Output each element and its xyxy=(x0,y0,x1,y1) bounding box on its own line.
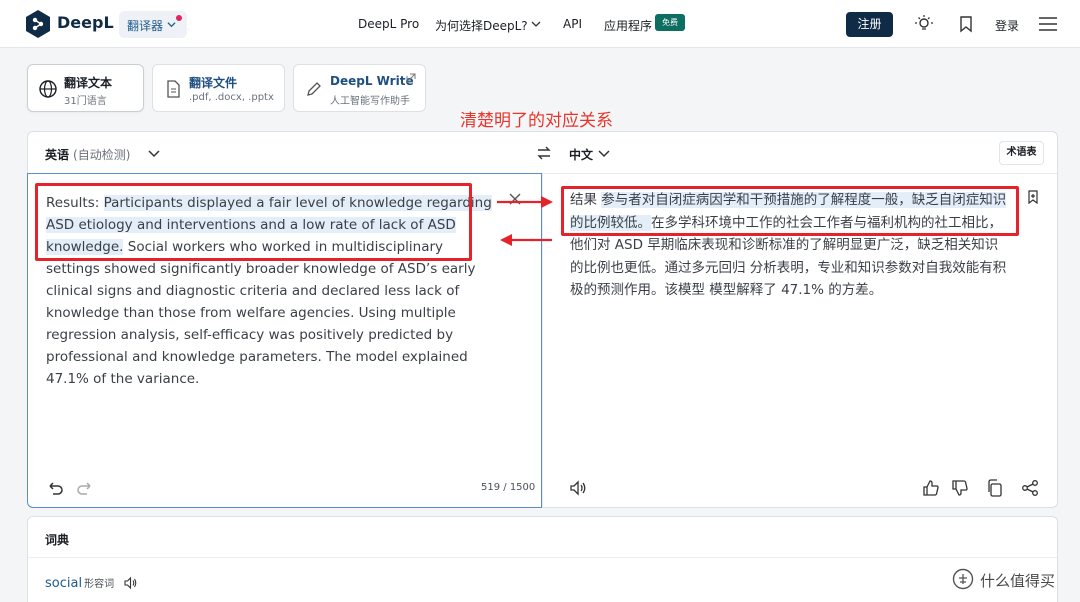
undo-icon[interactable] xyxy=(46,479,64,497)
thumbs-up-icon[interactable] xyxy=(922,479,940,497)
source-language: 英语 xyxy=(45,148,70,162)
dictionary-word: social xyxy=(45,576,83,591)
lightbulb-icon[interactable] xyxy=(914,14,934,34)
target-text-prefix: 结果 xyxy=(570,192,602,208)
auto-detect-label: (自动检测) xyxy=(73,148,131,162)
deepl-logo-icon[interactable] xyxy=(26,10,50,38)
character-count: 519 / 1500 xyxy=(481,482,536,493)
tab-subtitle: .pdf, .docx, .pptx xyxy=(189,92,274,103)
target-language-select[interactable]: 中文 xyxy=(569,146,593,163)
tab-subtitle: 31门语言 xyxy=(64,96,107,107)
tab-translate-text[interactable]: 翻译文本 31门语言 xyxy=(27,64,144,112)
chevron-down-icon[interactable] xyxy=(598,147,610,159)
nav-why-deepl[interactable]: 为何选择DeepL? xyxy=(435,17,528,34)
bookmark-icon[interactable] xyxy=(956,14,976,34)
source-text[interactable]: Results: Participants displayed a fair l… xyxy=(46,192,496,390)
part-of-speech: 形容词 xyxy=(84,579,115,590)
register-button[interactable]: 注册 xyxy=(846,12,893,37)
tab-deepl-write[interactable]: DeepL Write 人工智能写作助手 xyxy=(293,64,426,112)
share-icon[interactable] xyxy=(1021,479,1039,497)
source-text-rest: Social workers who worked in multidiscip… xyxy=(46,239,476,387)
tab-title: 翻译文本 xyxy=(64,76,113,90)
dictionary-entry[interactable]: social 形容词 xyxy=(45,575,114,591)
globe-icon xyxy=(39,80,57,98)
nav-deepl-pro[interactable]: DeepL Pro xyxy=(358,17,419,31)
target-text: 结果 参与者对自闭症病因学和干预措施的了解程度一般，缺乏自闭症知识的比例较低。在… xyxy=(570,189,1010,302)
save-translation-icon[interactable] xyxy=(1026,190,1040,204)
external-link-icon xyxy=(406,73,416,83)
speaker-icon[interactable] xyxy=(124,576,138,590)
watermark-logo-icon xyxy=(952,568,974,590)
nav-api[interactable]: API xyxy=(563,17,582,31)
dictionary-panel: 词典 social 形容词 xyxy=(27,516,1058,602)
watermark-text: 什么值得买 xyxy=(980,572,1056,590)
nav-apps[interactable]: 应用程序 xyxy=(604,17,652,34)
clear-text-icon[interactable] xyxy=(508,192,522,206)
tab-translate-files[interactable]: 翻译文件 .pdf, .docx, .pptx xyxy=(152,64,285,112)
tab-title: DeepL Write xyxy=(330,74,414,88)
top-header: DeepL 翻译器 DeepL Pro 为何选择DeepL? API 应用程序 … xyxy=(0,0,1080,48)
notification-dot xyxy=(176,15,182,21)
glossary-button[interactable]: 术语表 xyxy=(999,141,1044,165)
chevron-down-icon xyxy=(167,22,176,28)
logo-text[interactable]: DeepL xyxy=(57,13,114,32)
panel-divider xyxy=(542,174,543,507)
annotation-title: 清楚明了的对应关系 xyxy=(460,111,613,131)
document-icon xyxy=(167,80,180,98)
login-link[interactable]: 登录 xyxy=(995,17,1019,34)
language-bar: 英语 (自动检测) 中文 术语表 xyxy=(28,132,1057,174)
redo-icon[interactable] xyxy=(76,479,94,497)
dictionary-title: 词典 xyxy=(45,533,70,547)
source-text-area[interactable]: Results: Participants displayed a fair l… xyxy=(27,173,542,508)
translator-label: 翻译器 xyxy=(127,19,164,33)
copy-icon[interactable] xyxy=(986,479,1004,497)
speaker-icon[interactable] xyxy=(569,479,587,497)
pen-icon xyxy=(307,82,321,96)
tab-subtitle: 人工智能写作助手 xyxy=(330,96,410,107)
chevron-down-icon xyxy=(531,21,541,27)
thumbs-down-icon[interactable] xyxy=(951,479,969,497)
divider xyxy=(28,557,1057,558)
translator-dropdown[interactable]: 翻译器 xyxy=(119,11,187,38)
source-language-select[interactable]: 英语 (自动检测) xyxy=(45,146,130,163)
tab-title: 翻译文件 xyxy=(189,76,238,90)
free-badge: 免费 xyxy=(655,14,685,31)
source-text-prefix: Results: xyxy=(46,195,104,211)
menu-icon[interactable] xyxy=(1038,14,1058,34)
chevron-down-icon[interactable] xyxy=(148,147,160,159)
swap-languages-icon[interactable] xyxy=(536,145,552,161)
